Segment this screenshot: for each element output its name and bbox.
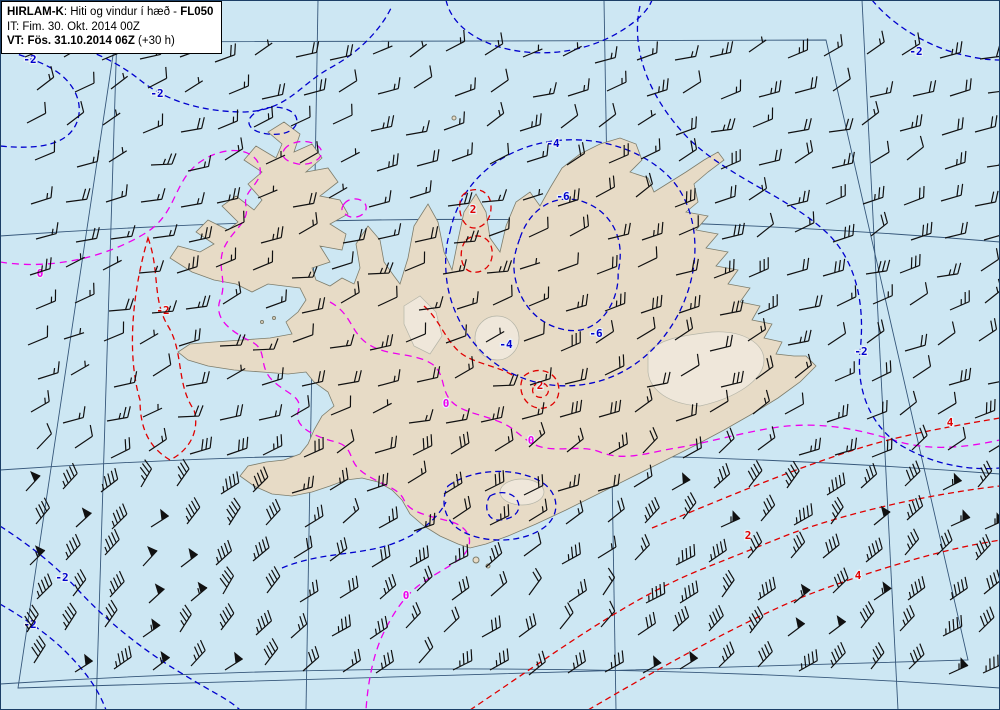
map-info-box: HIRLAM-K: Hiti og vindur í hæð - FL050 I… <box>1 1 223 55</box>
init-time-line: IT: Fim. 30. Okt. 2014 00Z <box>7 20 140 33</box>
weather-map: -2-2-2-2-2-2-4-4-6-60000-222244 <box>0 0 1000 710</box>
valid-time: VT: Fös. 31.10.2014 06Z <box>7 35 135 48</box>
glacier-myrdalsjokull <box>499 478 545 506</box>
model-name: HIRLAM-K <box>7 6 64 18</box>
contour-label: 2 <box>470 203 477 216</box>
contour-label: -2 <box>156 304 169 317</box>
valid-offset: (+30 h) <box>134 35 175 48</box>
island <box>472 556 480 564</box>
contour-label: 0 <box>443 397 450 410</box>
contour-label: -4 <box>499 338 513 351</box>
weather-map-page: -2 -2 -2 -2 -2 -2 -4 -4 -6 -6 0 0 0 0 -2 2 2 2 4 4 HIRLAM-K… <box>0 0 1000 710</box>
valid-time-line: VT: Fös. 31.10.2014 06Z (+30 h) <box>7 34 213 49</box>
contour-label: -2 <box>55 571 68 584</box>
flight-level: FL050 <box>180 6 214 18</box>
contour-label: 2 <box>745 529 752 542</box>
contour-label: -6 <box>556 190 570 203</box>
contour-label: -2 <box>150 87 163 100</box>
map-title-line: HIRLAM-K: Hiti og vindur í hæð - FL050 <box>7 5 213 20</box>
contour-label: -2 <box>854 345 867 358</box>
island <box>451 115 457 121</box>
contour-label: -4 <box>546 137 560 150</box>
contour-label: -2 <box>909 45 922 58</box>
contour-label: -6 <box>589 327 603 340</box>
contour-label: 4 <box>947 416 954 429</box>
map-title-text: : Hiti og vindur í hæð - <box>63 6 181 18</box>
contour-label: 4 <box>855 569 862 582</box>
island <box>260 320 264 324</box>
island <box>272 316 276 320</box>
contour-label: 0 <box>403 589 410 602</box>
